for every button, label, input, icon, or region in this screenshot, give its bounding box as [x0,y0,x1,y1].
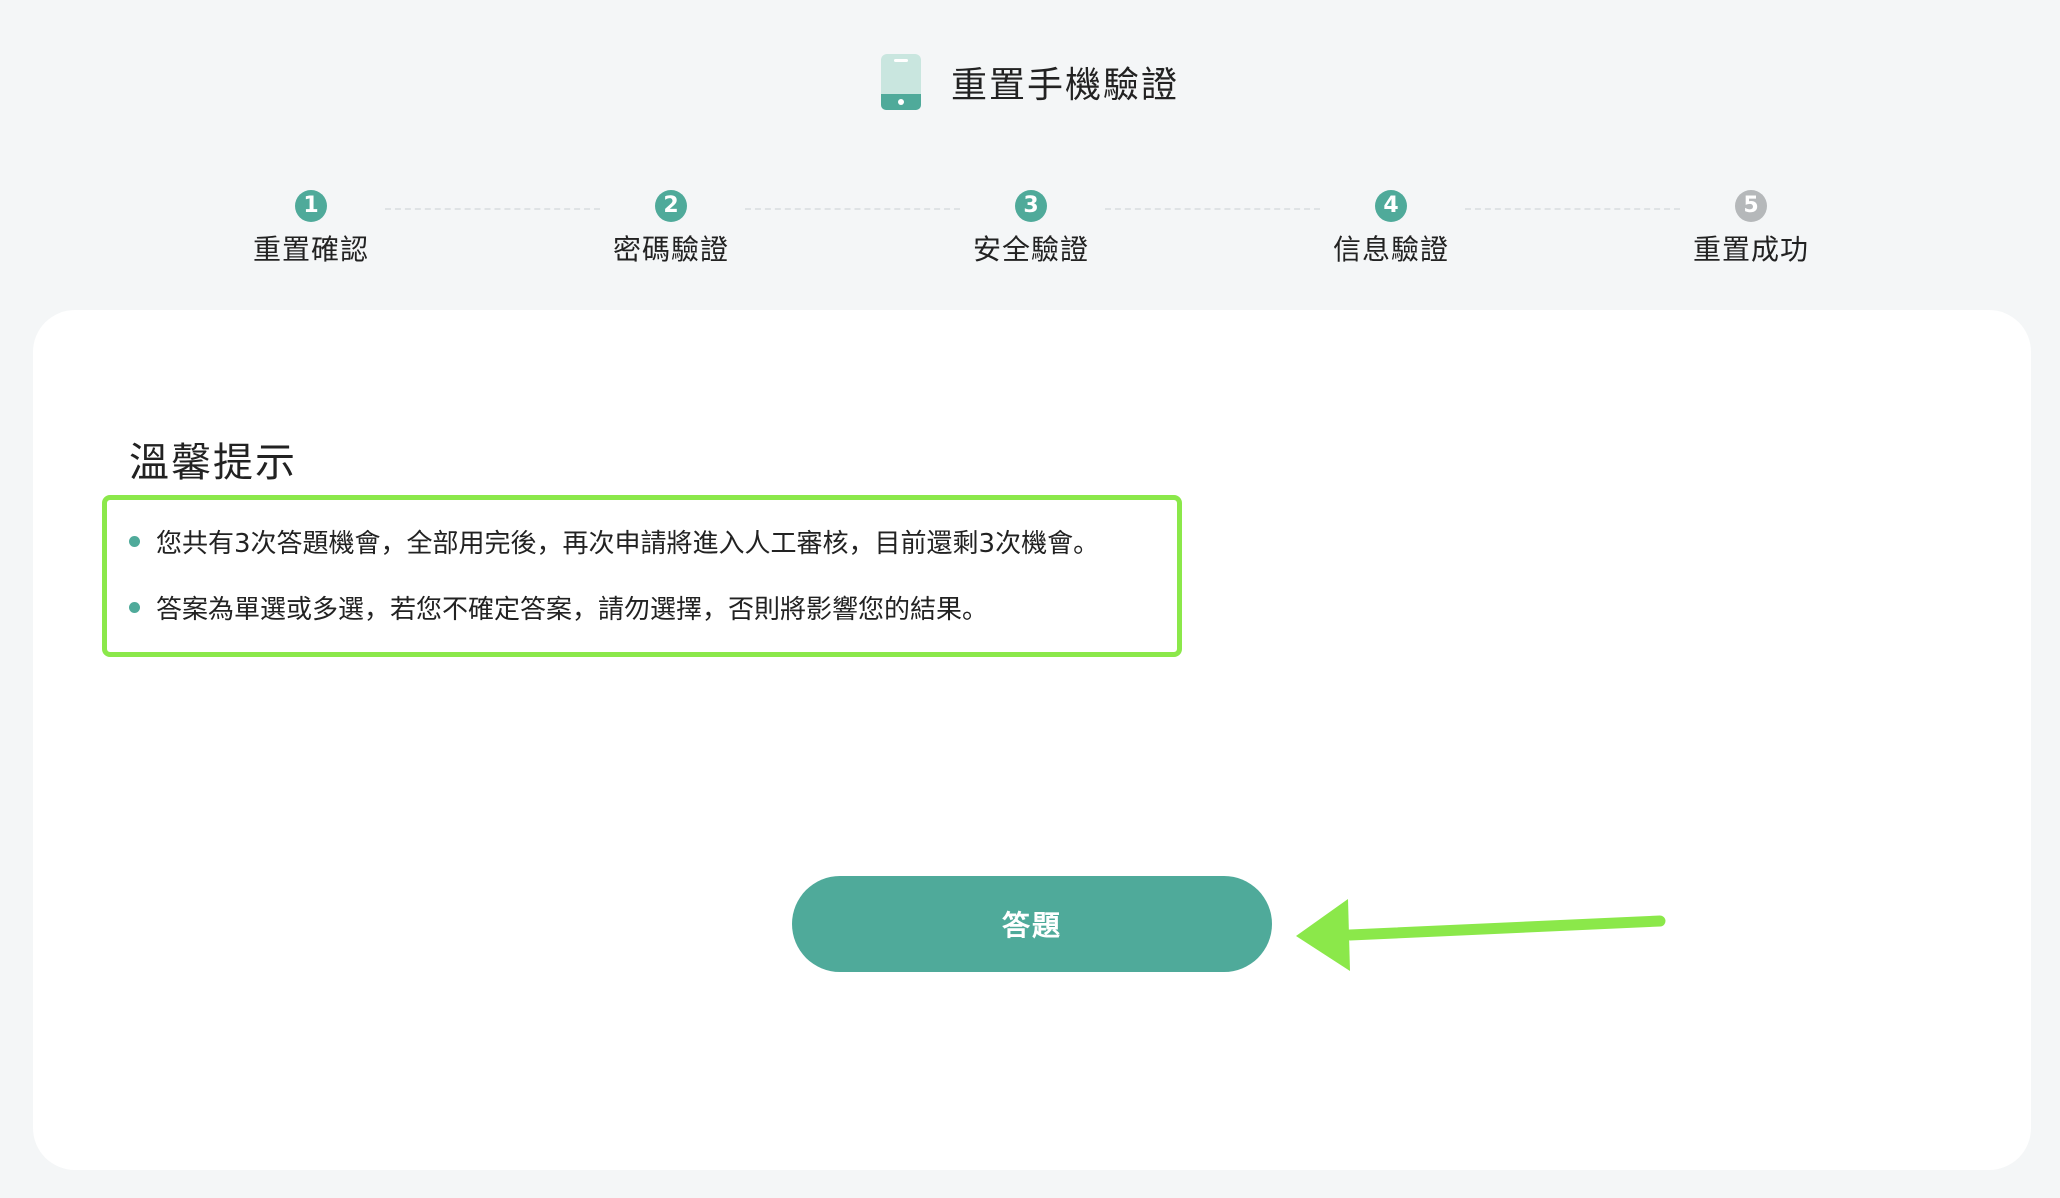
phone-icon [880,54,921,110]
answer-button[interactable]: 答題 [792,876,1272,972]
bullet-icon [129,601,140,613]
arrow-left-icon [1296,899,1666,971]
step-reset-success: 5 重置成功 [1651,190,1851,268]
page-title: 重置手機驗證 [950,65,1179,106]
step-number: 2 [655,190,687,222]
step-connector [745,208,960,210]
tip-text: 答案為單選或多選，若您不確定答案，請勿選擇，否則將影響您的結果。 [156,594,989,625]
step-label: 密碼驗證 [612,233,729,266]
step-password-verify: 2 密碼驗證 [571,190,771,268]
step-connector [1465,208,1680,210]
tip-item: 答案為單選或多選，若您不確定答案，請勿選擇，否則將影響您的結果。 [129,590,1177,625]
tips-title: 溫馨提示 [129,440,297,486]
step-number: 1 [295,190,327,222]
tip-text: 您共有3次答題機會，全部用完後，再次申請將進入人工審核，目前還剩3次機會。 [156,528,1100,559]
page: 重置手機驗證 1 重置確認 2 密碼驗證 3 安全驗證 4 信息驗證 5 重置成… [0,0,2060,1198]
bullet-icon [129,535,140,547]
content-card: 溫馨提示 您共有3次答題機會，全部用完後，再次申請將進入人工審核，目前還剩3次機… [33,310,2031,1170]
header: 重置手機驗證 [0,52,2060,112]
step-label: 信息驗證 [1332,233,1449,266]
step-connector [385,208,600,210]
step-number: 5 [1735,190,1767,222]
step-number: 3 [1015,190,1047,222]
tips-highlight-box: 您共有3次答題機會，全部用完後，再次申請將進入人工審核，目前還剩3次機會。 答案… [102,495,1182,657]
step-connector [1105,208,1320,210]
tip-item: 您共有3次答題機會，全部用完後，再次申請將進入人工審核，目前還剩3次機會。 [129,524,1177,559]
step-label: 重置成功 [1692,233,1809,266]
step-security-verify: 3 安全驗證 [931,190,1131,268]
step-label: 重置確認 [252,233,369,266]
step-number: 4 [1375,190,1407,222]
step-info-verify: 4 信息驗證 [1291,190,1491,268]
stepper: 1 重置確認 2 密碼驗證 3 安全驗證 4 信息驗證 5 重置成功 [0,190,2060,270]
step-reset-confirm: 1 重置確認 [211,190,411,268]
step-label: 安全驗證 [972,233,1089,266]
